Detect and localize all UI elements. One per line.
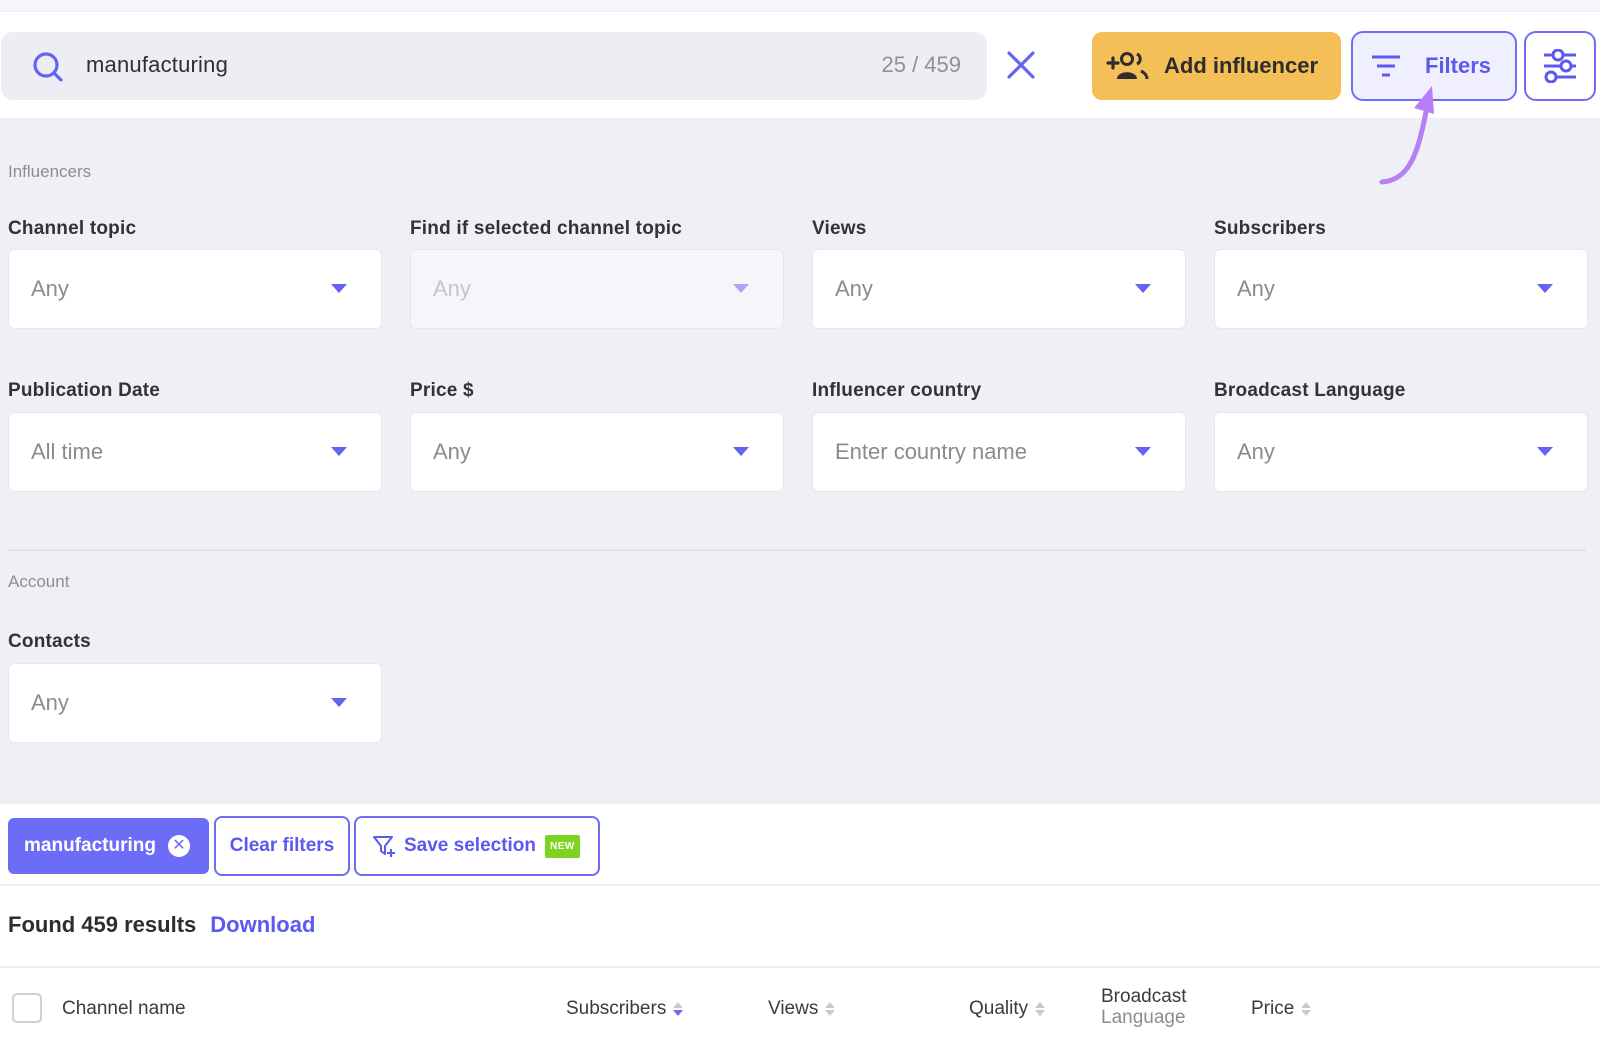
- caret-down-icon: [733, 447, 749, 456]
- save-selection-button[interactable]: Save selection NEW: [354, 816, 600, 876]
- channel-topic-select[interactable]: Any: [8, 249, 382, 329]
- section-divider: [8, 549, 1586, 551]
- search-input[interactable]: manufacturing: [86, 52, 228, 78]
- caret-down-icon: [1135, 284, 1151, 293]
- results-summary: Found 459 results Download: [8, 912, 315, 938]
- influencer-country-input[interactable]: Enter country name: [812, 412, 1186, 492]
- caret-down-icon: [331, 447, 347, 456]
- broadcast-language-select[interactable]: Any: [1214, 412, 1588, 492]
- column-label: Language: [1101, 1007, 1186, 1028]
- filters-label: Filters: [1425, 53, 1492, 78]
- sort-icon[interactable]: [1035, 1002, 1046, 1016]
- column-header-quality[interactable]: Quality: [969, 998, 1046, 1020]
- search-result-count: 25 / 459: [881, 52, 961, 77]
- caret-down-icon: [331, 284, 347, 293]
- caret-down-icon: [733, 284, 749, 293]
- column-label: Subscribers: [566, 998, 667, 1019]
- close-icon[interactable]: [1004, 48, 1038, 82]
- caret-down-icon: [1135, 447, 1151, 456]
- column-header-subscribers[interactable]: Subscribers: [566, 998, 684, 1020]
- field-label-contacts: Contacts: [8, 631, 91, 652]
- column-label: Channel name: [62, 998, 186, 1019]
- sliders-icon: [1544, 49, 1576, 83]
- filter-chip-label: manufacturing: [24, 835, 156, 856]
- column-label: Views: [768, 998, 819, 1019]
- column-header-broadcast-language: Broadcast Language: [1101, 986, 1187, 1028]
- add-users-icon: [1106, 52, 1149, 80]
- column-label: Broadcast: [1101, 986, 1187, 1007]
- field-label-subscribers: Subscribers: [1214, 218, 1327, 239]
- column-header-channel-name: Channel name: [62, 998, 186, 1020]
- active-filters-bar: manufacturing ✕ Clear filters Save selec…: [0, 804, 1600, 886]
- download-link[interactable]: Download: [210, 912, 315, 938]
- field-label-publication-date: Publication Date: [8, 380, 161, 401]
- caret-down-icon: [1537, 447, 1553, 456]
- filter-chip-manufacturing[interactable]: manufacturing ✕: [8, 818, 209, 874]
- field-label-influencer-country: Influencer country: [812, 380, 982, 401]
- filters-panel: Influencers Channel topic Any Find if se…: [0, 118, 1600, 804]
- views-select[interactable]: Any: [812, 249, 1186, 329]
- section-label-influencers: Influencers: [8, 162, 92, 181]
- field-label-channel-topic: Channel topic: [8, 218, 137, 239]
- field-label-broadcast-language: Broadcast Language: [1214, 380, 1406, 401]
- table-header: Channel name Subscribers Views Quality B…: [0, 968, 1600, 1052]
- select-value: Any: [31, 690, 69, 715]
- search-bar[interactable]: manufacturing 25 / 459: [1, 32, 987, 100]
- add-influencer-label: Add influencer: [1164, 53, 1319, 78]
- select-all-checkbox[interactable]: [12, 993, 42, 1023]
- select-value: Any: [835, 276, 873, 301]
- new-badge: NEW: [545, 834, 580, 858]
- select-value: Any: [433, 276, 471, 301]
- column-header-views[interactable]: Views: [768, 998, 836, 1020]
- filter-lines-icon: [1372, 55, 1400, 77]
- add-influencer-button[interactable]: Add influencer: [1092, 32, 1341, 100]
- clear-filters-label: Clear filters: [229, 835, 335, 856]
- select-value: Any: [1237, 276, 1275, 301]
- column-settings-button[interactable]: [1524, 31, 1596, 101]
- caret-down-icon: [1537, 284, 1553, 293]
- caret-down-icon: [331, 698, 347, 707]
- results-count: Found 459 results: [8, 912, 197, 937]
- field-label-views: Views: [812, 218, 867, 239]
- sort-icon[interactable]: [673, 1002, 684, 1016]
- publication-date-select[interactable]: All time: [8, 412, 382, 492]
- column-label: Quality: [969, 998, 1029, 1019]
- select-value: Any: [31, 276, 69, 301]
- field-label-find-if-selected: Find if selected channel topic: [410, 218, 683, 239]
- select-value: All time: [31, 439, 104, 464]
- sort-icon[interactable]: [825, 1002, 836, 1016]
- find-if-selected-select: Any: [410, 249, 784, 329]
- column-header-price[interactable]: Price: [1251, 998, 1312, 1020]
- select-placeholder: Enter country name: [835, 439, 1027, 464]
- clear-filters-button[interactable]: Clear filters: [214, 816, 350, 876]
- field-label-price: Price $: [410, 380, 474, 401]
- select-value: Any: [1237, 439, 1275, 464]
- sort-icon[interactable]: [1301, 1002, 1312, 1016]
- price-select[interactable]: Any: [410, 412, 784, 492]
- remove-chip-icon[interactable]: ✕: [167, 835, 190, 857]
- search-icon: [33, 52, 63, 82]
- save-selection-label: Save selection: [404, 835, 537, 856]
- column-label: Price: [1251, 998, 1295, 1019]
- select-value: Any: [433, 439, 471, 464]
- section-label-account: Account: [8, 572, 70, 591]
- filters-button[interactable]: Filters: [1351, 31, 1517, 101]
- filter-plus-icon: [373, 836, 395, 857]
- contacts-select[interactable]: Any: [8, 663, 382, 743]
- subscribers-select[interactable]: Any: [1214, 249, 1588, 329]
- top-strip: [0, 0, 1600, 12]
